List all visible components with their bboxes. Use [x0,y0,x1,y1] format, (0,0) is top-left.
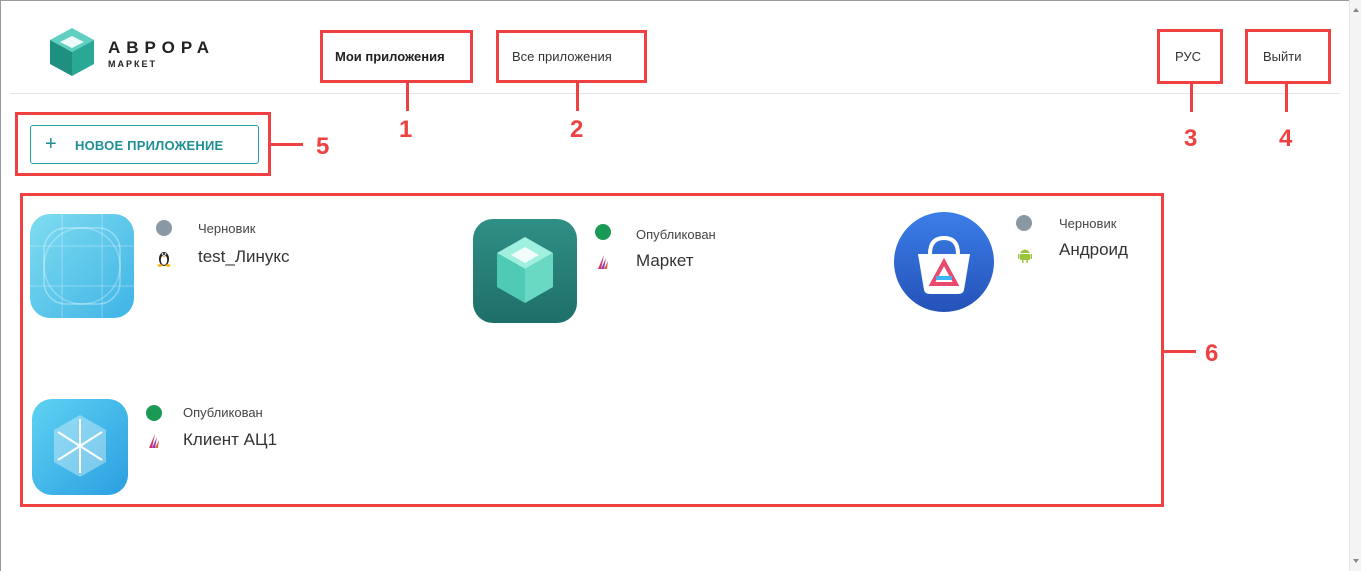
header-divider [10,93,1340,94]
callout-line-4 [1285,84,1288,112]
callout-box-1 [320,30,473,83]
callout-box-6 [20,193,1164,507]
callout-box-5 [15,112,271,176]
vertical-scrollbar[interactable] [1349,0,1361,571]
callout-number-2: 2 [570,116,584,143]
callout-box-3 [1157,29,1223,84]
aurora-logo-icon [50,28,94,76]
callout-line-6 [1164,350,1196,353]
logo-title: АВРОРА [108,38,216,57]
callout-line-3 [1190,84,1193,112]
callout-box-2 [496,30,647,83]
logo-subtitle: МАРКЕТ [108,59,157,69]
callout-line-1 [406,83,409,111]
callout-line-5 [271,143,303,146]
callout-number-6: 6 [1205,340,1219,367]
window-left-border [0,0,1,571]
callout-number-1: 1 [399,116,413,143]
scroll-up-icon[interactable] [1353,8,1359,12]
scroll-down-icon[interactable] [1353,559,1359,563]
callout-number-4: 4 [1279,125,1293,152]
callout-box-4 [1245,29,1331,84]
aurora-market-logo[interactable]: АВРОРА МАРКЕТ [48,26,268,86]
callout-number-5: 5 [316,133,330,160]
callout-number-3: 3 [1184,125,1198,152]
callout-line-2 [576,83,579,111]
window-top-border [0,0,1361,1]
